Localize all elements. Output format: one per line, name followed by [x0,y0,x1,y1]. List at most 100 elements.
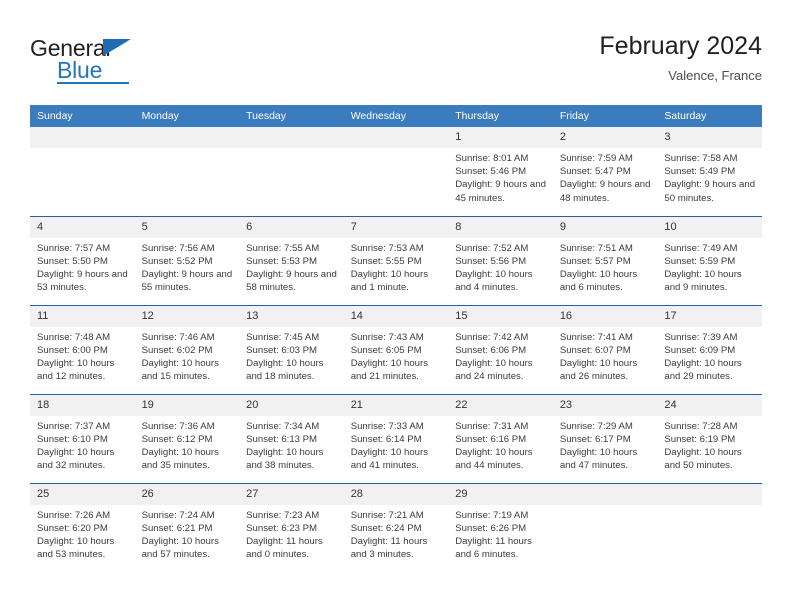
calendar-day-cell[interactable]: 19 Sunrise: 7:36 AM Sunset: 6:12 PM Dayligh… [134,393,240,483]
sunset-text: Sunset: 6:21 PM [141,522,213,534]
calendar-day-cell[interactable]: 18 Sunrise: 7:37 AM Sunset: 6:10 PM Dayligh… [30,393,135,483]
sunset-text: Sunset: 5:46 PM [455,166,527,178]
sunset-text: Sunset: 5:49 PM [664,166,736,178]
daylight-text: Daylight: 11 hours and 0 minutes. [246,535,323,561]
calendar-day-cell[interactable]: 11 Sunrise: 7:48 AM Sunset: 6:00 PM Dayligh… [30,304,135,394]
calendar-day-cell[interactable]: 27 Sunrise: 7:23 AM Sunset: 6:23 PM Dayligh… [239,482,344,572]
daylight-text: Daylight: 10 hours and 26 minutes. [559,357,638,383]
day-info: Sunrise: 7:36 AM Sunset: 6:12 PM Daylight:… [135,416,240,473]
day-number [343,127,449,148]
day-info: Sunrise: 7:21 AM Sunset: 6:24 PM Daylight:… [344,505,449,562]
sunrise-text: Sunrise: 7:26 AM [37,509,111,521]
day-info: Sunrise: 7:42 AM Sunset: 6:06 PM Daylight:… [448,327,553,384]
day-number: 24 [657,394,762,416]
calendar-day-cell[interactable]: 6 Sunrise: 7:55 AM Sunset: 5:53 PM Daylight… [239,215,344,305]
day-number [134,127,240,148]
calendar-day-cell[interactable]: 2 Sunrise: 7:59 AM Sunset: 5:47 PM Daylight… [552,127,658,216]
calendar-day-cell[interactable]: 14 Sunrise: 7:43 AM Sunset: 6:05 PM Dayligh… [343,304,449,394]
day-info: Sunrise: 7:49 AM Sunset: 5:59 PM Daylight:… [657,238,762,295]
calendar-day-cell[interactable]: 28 Sunrise: 7:21 AM Sunset: 6:24 PM Dayligh… [343,482,449,572]
calendar-day-cell[interactable]: 22 Sunrise: 7:31 AM Sunset: 6:16 PM Dayligh… [448,393,553,483]
daylight-text: Daylight: 10 hours and 15 minutes. [141,357,219,383]
page-subtitle: Valence, France [668,68,762,83]
general-blue-logo: General Blue [30,36,160,86]
daylight-text: Daylight: 10 hours and 47 minutes. [559,446,638,472]
calendar-day-cell[interactable]: 15 Sunrise: 7:42 AM Sunset: 6:06 PM Dayligh… [448,304,553,394]
sunrise-text: Sunrise: 7:42 AM [455,331,529,343]
calendar-day-cell[interactable]: 25 Sunrise: 7:26 AM Sunset: 6:20 PM Dayligh… [30,482,135,572]
sunset-text: Sunset: 6:03 PM [246,344,318,356]
day-info: Sunrise: 7:31 AM Sunset: 6:16 PM Daylight:… [448,416,553,473]
day-number: 26 [134,483,240,505]
sunset-text: Sunset: 6:24 PM [350,522,422,534]
day-number: 7 [343,216,449,238]
calendar-day-cell[interactable]: 21 Sunrise: 7:33 AM Sunset: 6:14 PM Dayligh… [343,393,449,483]
daylight-text: Daylight: 9 hours and 53 minutes. [37,268,128,294]
daylight-text: Daylight: 10 hours and 24 minutes. [455,357,533,383]
daylight-text: Daylight: 10 hours and 32 minutes. [37,446,115,472]
calendar-day-cell[interactable]: 3 Sunrise: 7:58 AM Sunset: 5:49 PM Daylight… [657,127,762,216]
calendar-week-row: 18 Sunrise: 7:37 AM Sunset: 6:10 PM Dayligh… [30,393,762,483]
day-number: 8 [448,216,553,238]
day-number: 21 [343,394,449,416]
calendar-day-cell[interactable]: 12 Sunrise: 7:46 AM Sunset: 6:02 PM Dayligh… [134,304,240,394]
sunset-text: Sunset: 6:10 PM [37,433,108,445]
calendar-day-cell[interactable]: 16 Sunrise: 7:41 AM Sunset: 6:07 PM Dayligh… [552,304,658,394]
calendar-day-cell[interactable]: 9 Sunrise: 7:51 AM Sunset: 5:57 PM Daylight… [552,215,658,305]
sunset-text: Sunset: 6:14 PM [350,433,422,445]
daylight-text: Daylight: 9 hours and 50 minutes. [664,179,756,204]
sunrise-text: Sunrise: 7:36 AM [141,420,215,432]
sunset-text: Sunset: 5:57 PM [559,255,631,267]
day-number [30,127,135,148]
calendar-day-cell[interactable]: 10 Sunrise: 7:49 AM Sunset: 5:59 PM Dayligh… [657,215,762,305]
daylight-text: Daylight: 10 hours and 41 minutes. [350,446,429,472]
daylight-text: Daylight: 9 hours and 58 minutes. [246,268,337,294]
weekday-header-friday: Friday [552,105,658,127]
weekday-header-sunday: Sunday [30,105,135,127]
sunset-text: Sunset: 6:06 PM [455,344,527,356]
day-info: Sunrise: 7:37 AM Sunset: 6:10 PM Daylight:… [30,416,135,473]
daylight-text: Daylight: 10 hours and 53 minutes. [37,535,115,561]
calendar-day-cell[interactable]: 8 Sunrise: 7:52 AM Sunset: 5:56 PM Daylight… [448,215,553,305]
daylight-text: Daylight: 10 hours and 18 minutes. [246,357,324,383]
daylight-text: Daylight: 10 hours and 57 minutes. [141,535,219,561]
day-number: 23 [552,394,658,416]
daylight-text: Daylight: 10 hours and 12 minutes. [37,357,115,383]
day-number: 17 [657,305,762,327]
sunset-text: Sunset: 5:50 PM [37,255,108,267]
calendar-day-cell[interactable]: 29 Sunrise: 7:19 AM Sunset: 6:26 PM Dayligh… [448,482,553,572]
calendar-day-cell[interactable]: 20 Sunrise: 7:34 AM Sunset: 6:13 PM Dayligh… [239,393,344,483]
weekday-header-row: Sunday Monday Tuesday Wednesday Thursday… [30,105,762,127]
calendar-table: Sunday Monday Tuesday Wednesday Thursday… [30,105,762,572]
sunrise-text: Sunrise: 7:57 AM [37,242,111,254]
calendar-day-cell[interactable]: 24 Sunrise: 7:28 AM Sunset: 6:19 PM Dayligh… [657,393,762,483]
logo-underline [57,82,129,84]
calendar-day-cell[interactable]: 23 Sunrise: 7:29 AM Sunset: 6:17 PM Dayligh… [552,393,658,483]
sunrise-text: Sunrise: 7:31 AM [455,420,529,432]
day-info: Sunrise: 8:01 AM Sunset: 5:46 PM Daylight:… [448,148,553,205]
day-info: Sunrise: 7:53 AM Sunset: 5:55 PM Daylight:… [344,238,449,295]
day-number: 5 [134,216,240,238]
calendar-day-cell[interactable]: 1 Sunrise: 8:01 AM Sunset: 5:46 PM Daylight… [448,127,553,216]
calendar-day-cell[interactable]: 17 Sunrise: 7:39 AM Sunset: 6:09 PM Dayligh… [657,304,762,394]
day-number: 2 [552,127,658,148]
day-info: Sunrise: 7:45 AM Sunset: 6:03 PM Daylight:… [239,327,344,384]
sunrise-text: Sunrise: 7:43 AM [350,331,424,343]
calendar-day-cell[interactable]: 26 Sunrise: 7:24 AM Sunset: 6:21 PM Dayligh… [134,482,240,572]
page-title: February 2024 [599,32,762,60]
day-number: 18 [30,394,135,416]
day-info: Sunrise: 7:23 AM Sunset: 6:23 PM Daylight:… [239,505,344,562]
daylight-text: Daylight: 9 hours and 55 minutes. [141,268,233,294]
title-block: February 2024 Valence, France [599,30,762,86]
day-info: Sunrise: 7:33 AM Sunset: 6:14 PM Daylight:… [344,416,449,473]
calendar-day-cell[interactable]: 13 Sunrise: 7:45 AM Sunset: 6:03 PM Dayligh… [239,304,344,394]
sunset-text: Sunset: 5:56 PM [455,255,527,267]
calendar-day-cell[interactable]: 4 Sunrise: 7:57 AM Sunset: 5:50 PM Daylight… [30,215,135,305]
day-info: Sunrise: 7:48 AM Sunset: 6:00 PM Daylight:… [30,327,135,384]
calendar-day-cell[interactable]: 5 Sunrise: 7:56 AM Sunset: 5:52 PM Daylight… [134,215,240,305]
day-number: 4 [30,216,135,238]
day-number: 3 [657,127,762,148]
sunrise-text: Sunrise: 7:48 AM [37,331,111,343]
calendar-day-cell[interactable]: 7 Sunrise: 7:53 AM Sunset: 5:55 PM Daylight… [343,215,449,305]
sunrise-text: Sunrise: 7:45 AM [246,331,320,343]
